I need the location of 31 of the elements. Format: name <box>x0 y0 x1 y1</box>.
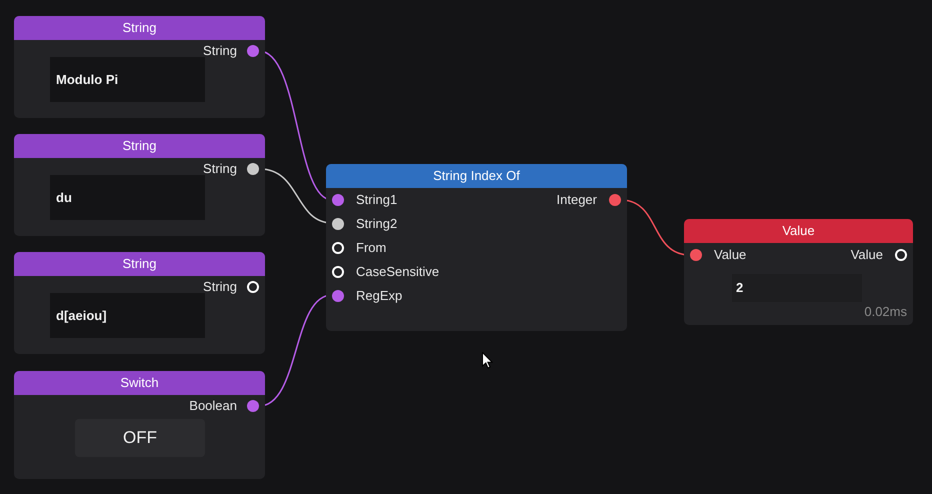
toggle-button[interactable]: OFF <box>75 419 205 457</box>
text-field[interactable]: d[aeiou] <box>50 293 205 338</box>
graph-node[interactable]: String Index Of String1 String2 From CaseSensitive RegExp Integer <box>326 164 627 331</box>
node-header: String <box>14 134 265 158</box>
port-label: Boolean <box>189 397 237 416</box>
port-label: Value <box>850 246 883 264</box>
graph-node[interactable]: Switch Boolean OFF <box>14 371 265 479</box>
port-label: String2 <box>356 215 398 234</box>
port-label: Integer <box>556 191 597 210</box>
text-field[interactable]: du <box>50 175 205 220</box>
graph-node[interactable]: String String d[aeiou] <box>14 252 265 354</box>
graph-node[interactable]: String String du <box>14 134 265 236</box>
value-field: 2 <box>732 274 862 302</box>
node-header: String <box>14 252 265 276</box>
graph-node[interactable]: Value Value Value 2 0.02ms <box>684 219 913 324</box>
port-label: String <box>203 42 237 60</box>
node-header: Switch <box>14 371 265 395</box>
port-label: Value <box>714 246 746 264</box>
port-label: From <box>356 239 386 258</box>
port-label: String <box>203 278 237 296</box>
node-header: Value <box>684 219 913 243</box>
node-header: String <box>14 16 265 40</box>
node-header: String Index Of <box>326 164 627 188</box>
port-label: String1 <box>356 191 398 210</box>
timing-label: 0.02ms <box>864 303 907 321</box>
mouse-cursor-icon <box>482 352 493 369</box>
port-label: CaseSensitive <box>356 263 440 282</box>
text-field[interactable]: Modulo Pi <box>50 57 205 102</box>
port-label: String <box>203 160 237 178</box>
port-label: RegExp <box>356 287 402 306</box>
graph-node[interactable]: String String Modulo Pi <box>14 16 265 118</box>
